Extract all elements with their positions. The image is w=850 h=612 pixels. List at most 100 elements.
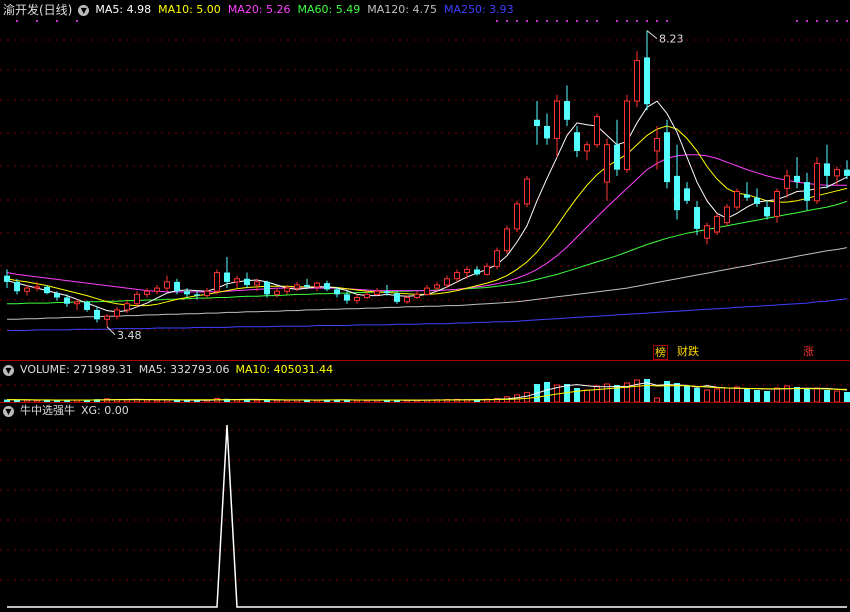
volume-bar bbox=[724, 387, 730, 403]
marker-dot bbox=[536, 20, 538, 22]
candle-body bbox=[424, 287, 430, 295]
marker-dot bbox=[516, 20, 518, 22]
chevron-down-icon[interactable]: ▼ bbox=[3, 405, 14, 417]
marker-dot bbox=[796, 20, 798, 22]
candle-body bbox=[194, 294, 200, 296]
chevron-down-icon[interactable]: ▼ bbox=[3, 364, 14, 376]
candle-body bbox=[414, 293, 420, 298]
ma20-line bbox=[6, 154, 847, 293]
volume-bar bbox=[544, 382, 550, 402]
candle-body bbox=[334, 289, 340, 295]
volume-bar bbox=[594, 385, 600, 403]
candle-body bbox=[754, 197, 760, 204]
candle-body bbox=[564, 101, 570, 120]
candle-body bbox=[214, 272, 220, 292]
candle-body bbox=[534, 119, 540, 126]
volume-label: VOLUME: 271989.31 bbox=[20, 363, 133, 376]
marker-dot bbox=[616, 20, 618, 22]
volume-bar bbox=[714, 388, 720, 403]
candle-body bbox=[594, 116, 600, 146]
candle-body bbox=[84, 301, 90, 310]
badge-zhang[interactable]: 涨 bbox=[802, 345, 815, 358]
candle-body bbox=[784, 175, 790, 189]
marker-dot bbox=[596, 20, 598, 22]
high-price-label: 8.23 bbox=[659, 33, 684, 46]
candle-body bbox=[664, 132, 670, 183]
stock-title[interactable]: 渝开发(日线) bbox=[3, 0, 72, 20]
candle-body bbox=[264, 281, 270, 295]
candle-body bbox=[14, 281, 20, 292]
candle-body bbox=[494, 250, 500, 267]
volume-bar bbox=[584, 389, 590, 403]
badge-caidie[interactable]: 财跌 bbox=[676, 345, 700, 358]
candle-body bbox=[714, 215, 720, 233]
candle-body bbox=[274, 290, 280, 295]
low-price-label: 3.48 bbox=[117, 329, 142, 342]
ma-legend-item: MA120: 4.75 bbox=[367, 3, 437, 16]
ma-legend-item: MA20: 5.26 bbox=[227, 3, 291, 16]
candle-body bbox=[844, 169, 850, 176]
ma-legend-item: MA10: 5.00 bbox=[158, 3, 221, 16]
candle-body bbox=[574, 132, 580, 151]
marker-dot bbox=[656, 20, 658, 22]
high-pointer bbox=[646, 30, 658, 39]
candle-body bbox=[694, 207, 700, 229]
candle-body bbox=[824, 163, 830, 176]
candle-body bbox=[174, 281, 180, 292]
candle-body bbox=[24, 287, 30, 292]
volume-bar bbox=[844, 392, 850, 402]
badge-bang[interactable]: 榜 bbox=[653, 345, 668, 360]
volume-bar bbox=[684, 386, 690, 402]
volume-bar bbox=[754, 390, 760, 402]
indicator-xg-value: XG: 0.00 bbox=[81, 404, 129, 417]
candle-body bbox=[74, 301, 80, 305]
candle-body bbox=[204, 290, 210, 297]
marker-dot bbox=[846, 20, 848, 22]
candle-body bbox=[464, 268, 470, 274]
volume-bar bbox=[694, 388, 700, 402]
marker-dot bbox=[626, 20, 628, 22]
volume-bar bbox=[704, 389, 710, 403]
candle-body bbox=[704, 225, 710, 239]
candle-body bbox=[404, 296, 410, 303]
candle-body bbox=[724, 206, 730, 224]
candle-body bbox=[654, 137, 660, 152]
candle-body bbox=[554, 100, 560, 139]
candle-body bbox=[584, 144, 590, 152]
indicator-name[interactable]: 牛中选强牛 bbox=[20, 401, 75, 421]
marker-dot bbox=[36, 20, 38, 22]
ma-legend-item: MA60: 5.49 bbox=[297, 3, 361, 16]
marker-dot bbox=[836, 20, 838, 22]
marker-dot bbox=[576, 20, 578, 22]
vol_ma10-line bbox=[6, 384, 848, 401]
marker-dot bbox=[806, 20, 808, 22]
marker-dot bbox=[666, 20, 668, 22]
candle-body bbox=[454, 272, 460, 280]
candle-body bbox=[624, 100, 630, 171]
candle-body bbox=[834, 169, 840, 177]
candle-body bbox=[774, 190, 780, 217]
marker-dot bbox=[76, 20, 78, 22]
chevron-down-icon[interactable]: ▼ bbox=[78, 4, 90, 16]
ma-legend-item: MA250: 3.93 bbox=[443, 3, 514, 16]
candle-body bbox=[164, 281, 170, 289]
candle-body bbox=[354, 296, 360, 302]
candle-body bbox=[64, 297, 70, 304]
candle-body bbox=[614, 144, 620, 170]
marker-dot bbox=[826, 20, 828, 22]
candle-body bbox=[544, 126, 550, 139]
volume-bar bbox=[814, 387, 820, 403]
indicator-panel-header: ▼ 牛中选强牛 XG: 0.00 bbox=[3, 401, 129, 421]
candle-body bbox=[114, 309, 120, 317]
marker-dot bbox=[586, 20, 588, 22]
chart-canvas: 8.23 3.48 bbox=[0, 20, 850, 608]
candle-body bbox=[734, 190, 740, 208]
volume-bar bbox=[634, 379, 640, 403]
candle-body bbox=[514, 203, 520, 230]
candle-body bbox=[224, 272, 230, 282]
candle-body bbox=[134, 293, 140, 305]
price-panel-header: 渝开发(日线) ▼ MA5: 4.98 MA10: 5.00 MA20: 5.26 M… bbox=[3, 0, 514, 20]
candle-body bbox=[344, 294, 350, 301]
candle-body bbox=[234, 278, 240, 283]
candle-body bbox=[104, 315, 110, 320]
